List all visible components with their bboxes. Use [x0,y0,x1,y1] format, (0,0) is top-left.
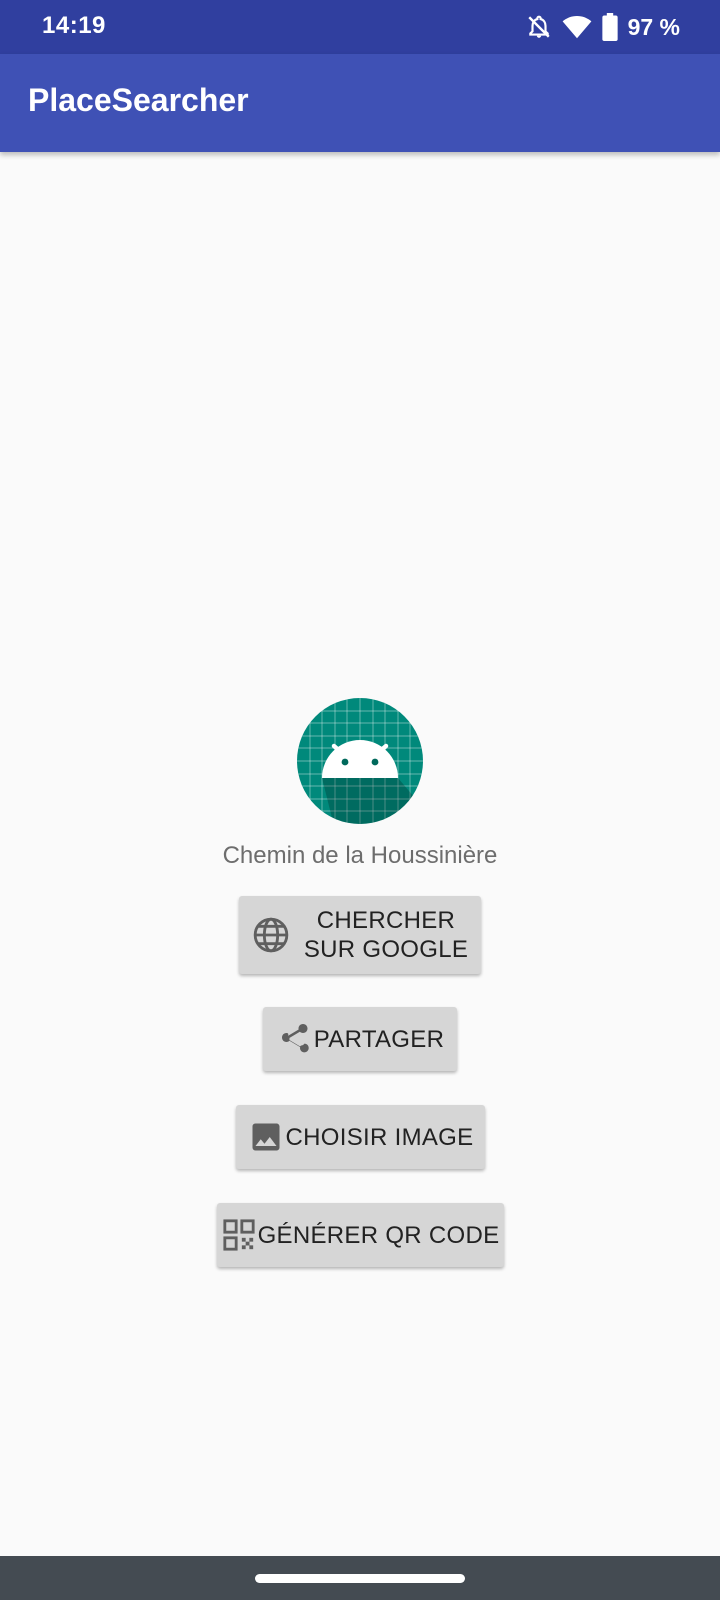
app-title: PlaceSearcher [28,82,249,118]
choose-image-label: CHOISIR IMAGE [285,1123,474,1151]
notifications-off-icon [526,14,552,40]
wifi-icon [562,14,592,40]
home-gesture-handle[interactable] [255,1574,465,1583]
android-icon [297,698,423,824]
status-time: 14:19 [42,12,106,39]
choose-image-button[interactable]: CHOISIR IMAGE [236,1105,485,1169]
image-icon [248,1119,284,1155]
status-icons: 97 % [526,10,680,44]
app-bar: PlaceSearcher [0,54,720,152]
battery-icon [601,13,618,41]
battery-percentage: 97 % [627,13,680,40]
qr-code-icon [222,1218,256,1252]
status-bar: 14:19 97 % [0,0,720,54]
generate-qr-label: GÉNÉRER QR CODE [257,1221,500,1249]
navigation-bar [0,1556,720,1600]
share-label: PARTAGER [313,1025,445,1053]
place-name: Chemin de la Houssinière [222,842,498,869]
search-google-button[interactable]: CHERCHER SUR GOOGLE [239,896,481,974]
main-content: Chemin de la Houssinière CHERCHER SUR GO… [0,152,720,1556]
globe-icon [252,916,290,954]
share-button[interactable]: PARTAGER [263,1007,457,1071]
search-google-label: CHERCHER SUR GOOGLE [303,907,469,963]
generate-qr-button[interactable]: GÉNÉRER QR CODE [217,1203,504,1267]
share-icon [276,1021,312,1057]
